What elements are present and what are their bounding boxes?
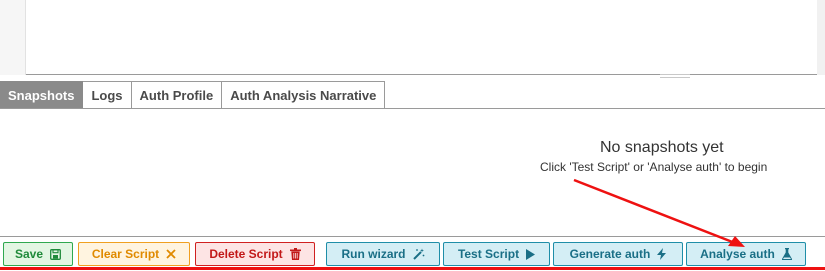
analyse-auth-button[interactable]: Analyse auth <box>686 242 806 266</box>
save-label: Save <box>14 247 44 261</box>
x-icon <box>166 249 176 259</box>
editor-gutter <box>0 0 26 75</box>
clear-script-label: Clear Script <box>91 247 160 261</box>
run-wizard-button[interactable]: Run wizard <box>326 242 440 266</box>
tab-bar: Snapshots Logs Auth Profile Auth Analysi… <box>0 81 825 109</box>
script-editor[interactable] <box>0 0 825 75</box>
play-icon <box>526 248 536 260</box>
empty-state-title: No snapshots yet <box>600 139 724 156</box>
floppy-disk-icon <box>50 248 61 260</box>
flask-icon <box>781 248 792 260</box>
run-wizard-label: Run wizard <box>341 247 406 261</box>
trash-icon <box>289 248 301 260</box>
action-toolbar: Save Clear Script Delete Script Run wiza… <box>3 242 823 266</box>
delete-script-button[interactable]: Delete Script <box>195 242 315 266</box>
editor-scrollbar[interactable] <box>817 0 825 75</box>
tab-auth-analysis-narrative[interactable]: Auth Analysis Narrative <box>222 81 386 108</box>
generate-auth-button[interactable]: Generate auth <box>553 242 683 266</box>
tab-auth-profile[interactable]: Auth Profile <box>131 81 223 108</box>
lightning-bolt-icon <box>657 248 667 260</box>
test-script-button[interactable]: Test Script <box>443 242 550 266</box>
delete-script-label: Delete Script <box>209 247 283 261</box>
save-button[interactable]: Save <box>3 242 73 266</box>
empty-state-subtitle: Click 'Test Script' or 'Analyse auth' to… <box>540 160 768 174</box>
analyse-auth-label: Analyse auth <box>700 247 775 261</box>
generate-auth-label: Generate auth <box>569 247 651 261</box>
toolbar-divider <box>0 236 825 237</box>
test-script-label: Test Script <box>457 247 520 261</box>
annotation-underline <box>0 267 825 270</box>
tab-snapshots[interactable]: Snapshots <box>0 81 84 108</box>
magic-wand-icon <box>412 248 425 260</box>
resize-handle[interactable] <box>660 74 690 80</box>
clear-script-button[interactable]: Clear Script <box>78 242 190 266</box>
tab-logs[interactable]: Logs <box>83 81 132 108</box>
